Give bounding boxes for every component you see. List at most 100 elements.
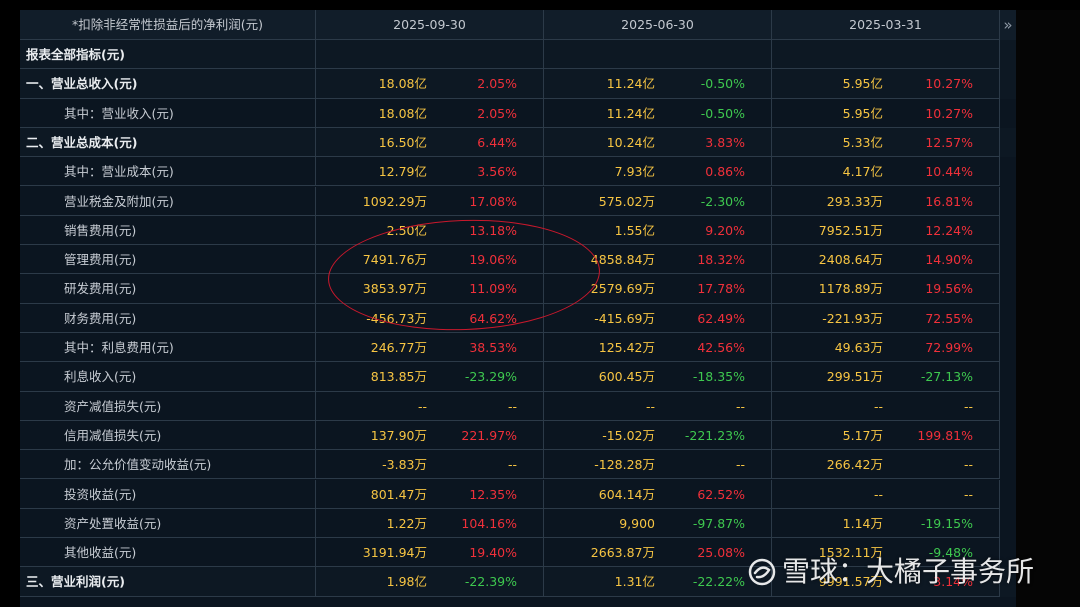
cell-value: 3191.94万 [362, 545, 427, 561]
header-period-2[interactable]: 2025-06-30 [544, 10, 772, 40]
table-row[interactable]: 其中：营业收入(元) 18.08亿 2.05% 11.24亿 -0.50% 5.95亿 10… [20, 98, 1016, 128]
row-label: 研发费用(元) [20, 274, 316, 304]
cell-change-percent: 17.08% [469, 193, 517, 209]
cell-change-percent: 221.97% [461, 427, 517, 443]
period-cell: 12.79亿 3.56% [316, 157, 544, 187]
cell-value: 2663.87万 [590, 545, 655, 561]
row-label: 其他收益(元) [20, 538, 316, 568]
table-row[interactable]: 二、营业总成本(元) 16.50亿 6.44% 10.24亿 3.83% 5.33亿 12.… [20, 127, 1016, 158]
period-cell: 299.51万 -27.13% [772, 362, 1000, 392]
cell-value: 801.47万 [370, 486, 427, 502]
cell-change-percent: 16.81% [925, 193, 973, 209]
row-label: 加：公允价值变动收益(元) [20, 450, 316, 480]
period-cell: 600.45万 -18.35% [544, 362, 772, 392]
row-label: 销售费用(元) [20, 215, 316, 246]
table-row[interactable]: 营业税金及附加(元) 1092.29万 17.08% 575.02万 -2.30% 293… [20, 186, 1016, 216]
table-row[interactable]: 利息收入(元) 813.85万 -23.29% 600.45万 -18.35% 299.5… [20, 362, 1016, 392]
cell-value: -128.28万 [594, 457, 655, 473]
period-cell: 5.95亿 10.27% [772, 69, 1000, 99]
cell-value: 604.14万 [598, 486, 655, 502]
cell-change-percent: 25.08% [697, 545, 745, 561]
cell-change-percent: 18.32% [697, 252, 745, 268]
cell-value: 1092.29万 [362, 193, 427, 209]
cell-value: -415.69万 [594, 310, 655, 326]
period-cell: -3.83万 -- [316, 450, 544, 480]
period-cell: 1.55亿 9.20% [544, 215, 772, 246]
period-cell [772, 40, 1000, 70]
period-cell [544, 40, 772, 70]
right-black-bar [1016, 10, 1080, 607]
cell-change-percent: 19.56% [925, 281, 973, 297]
cell-change-percent: -18.35% [692, 369, 745, 385]
cell-value: -221.93万 [822, 310, 883, 326]
row-label: 二、营业总成本(元) [20, 127, 316, 158]
cell-value: -- [417, 398, 427, 414]
cell-value: 137.90万 [370, 427, 427, 443]
period-cell: 3191.94万 19.40% [316, 538, 544, 568]
cell-change-percent: 10.27% [925, 76, 973, 92]
period-cell: 293.33万 16.81% [772, 186, 1000, 216]
period-cell: -15.02万 -221.23% [544, 420, 772, 451]
row-label: 三、营业利润(元) [20, 567, 316, 597]
cell-value: 125.42万 [598, 340, 655, 355]
period-cell: 11.24亿 -0.50% [544, 98, 772, 128]
period-cell: 9,900 -97.87% [544, 508, 772, 539]
cell-change-percent: -97.87% [692, 515, 745, 531]
cell-change-percent: 2.05% [477, 76, 517, 92]
table-header: *扣除非经常性损益后的净利润(元) 2025-09-30 2025-06-30 … [20, 10, 1016, 40]
watermark-text: 雪球：大橘子事务所 [782, 555, 1035, 588]
cell-value: 12.79亿 [378, 164, 427, 180]
table-row[interactable]: 其中：营业成本(元) 12.79亿 3.56% 7.93亿 0.86% 4.17亿 10.4… [20, 157, 1016, 187]
period-cell: -- -- [772, 391, 1000, 421]
cell-value: -- [645, 398, 655, 414]
period-cell: 1.14万 -19.15% [772, 508, 1000, 539]
double-chevron-right-icon[interactable]: » [1000, 10, 1016, 40]
cell-change-percent: 19.40% [469, 545, 517, 561]
header-title[interactable]: *扣除非经常性损益后的净利润(元) [20, 10, 316, 40]
period-cell: 2408.64万 14.90% [772, 245, 1000, 275]
period-cell: 7952.51万 12.24% [772, 215, 1000, 246]
cell-value: 600.45万 [598, 369, 655, 385]
cell-value: -- [873, 486, 883, 502]
cell-change-percent: 104.16% [461, 515, 517, 531]
period-cell: 18.08亿 2.05% [316, 98, 544, 128]
cell-value: -3.83万 [382, 457, 427, 473]
cell-change-percent: 10.44% [925, 164, 973, 180]
cell-change-percent: -2.30% [700, 193, 745, 209]
period-cell: 137.90万 221.97% [316, 420, 544, 451]
period-cell: 7.93亿 0.86% [544, 157, 772, 187]
cell-value: 1.22万 [386, 515, 427, 531]
period-cell: 5.95亿 10.27% [772, 98, 1000, 128]
header-period-3[interactable]: 2025-03-31 [772, 10, 1000, 40]
period-cell: 5.33亿 12.57% [772, 127, 1000, 158]
table-row[interactable]: 其中：利息费用(元) 246.77万 38.53% 125.42万 42.56% 49.6… [20, 333, 1016, 363]
cell-value: 5.33亿 [842, 134, 883, 150]
cell-value: 299.51万 [826, 369, 883, 385]
cell-change-percent: 72.99% [925, 340, 973, 355]
cell-change-percent: 9.20% [705, 222, 745, 238]
cell-change-percent: 42.56% [697, 340, 745, 355]
header-period-1[interactable]: 2025-09-30 [316, 10, 544, 40]
cell-value: 246.77万 [370, 340, 427, 355]
cell-change-percent: 199.81% [917, 427, 973, 443]
cell-change-percent: -22.22% [692, 574, 745, 590]
row-label: 利息收入(元) [20, 362, 316, 392]
period-cell: 1.22万 104.16% [316, 508, 544, 539]
financial-table: *扣除非经常性损益后的净利润(元) 2025-09-30 2025-06-30 … [20, 10, 1016, 607]
cell-change-percent: -19.15% [920, 515, 973, 531]
table-row[interactable]: 报表全部指标(元) [20, 40, 1016, 70]
cell-change-percent: -- [963, 457, 973, 473]
table-row[interactable]: 资产减值损失(元) -- -- -- -- -- -- [20, 391, 1016, 421]
cell-change-percent: -- [963, 398, 973, 414]
cell-change-percent: 17.78% [697, 281, 745, 297]
table-row[interactable]: 一、营业总收入(元) 18.08亿 2.05% 11.24亿 -0.50% 5.95亿 10… [20, 69, 1016, 99]
cell-change-percent: -- [963, 486, 973, 502]
table-row[interactable]: 投资收益(元) 801.47万 12.35% 604.14万 62.52% -- -- [20, 479, 1016, 509]
table-row[interactable]: 信用减值损失(元) 137.90万 221.97% -15.02万 -221.23% 5.… [20, 420, 1016, 451]
cell-change-percent: -- [507, 457, 517, 473]
period-cell: 604.14万 62.52% [544, 479, 772, 509]
period-cell: -- -- [772, 479, 1000, 509]
table-row[interactable]: 资产处置收益(元) 1.22万 104.16% 9,900 -97.87% 1.14万 -1… [20, 508, 1016, 539]
cell-value: -15.02万 [602, 427, 655, 443]
table-row[interactable]: 加：公允价值变动收益(元) -3.83万 -- -128.28万 -- 266.42万 -- [20, 450, 1016, 480]
